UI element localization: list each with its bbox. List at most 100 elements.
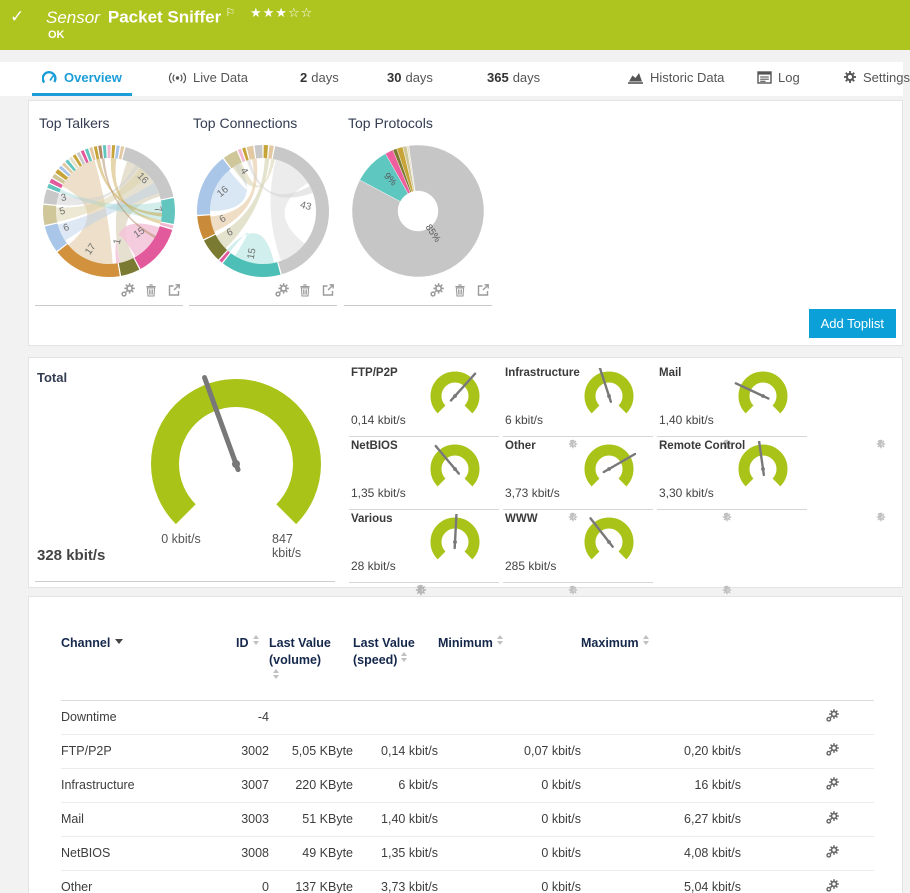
channel-gauge-value: 28 kbit/s	[351, 559, 396, 573]
live-data-icon	[168, 72, 187, 84]
toplist-actions	[275, 283, 335, 302]
sort-icon[interactable]	[643, 635, 649, 645]
channel-gauge-tile-other: Other 3,73 kbit/s	[503, 436, 653, 510]
channel-gauge-value: 3,73 kbit/s	[505, 486, 560, 500]
toplist-open-button[interactable]	[476, 283, 490, 302]
tab-label: Historic Data	[650, 70, 724, 85]
priority-stars[interactable]: ★★★☆☆	[250, 5, 313, 21]
channel-name-cell[interactable]: Infrastructure	[61, 768, 236, 802]
toplist-tile-top-connections: Top Connections431566164	[189, 109, 337, 306]
channel-settings-cell	[741, 734, 874, 768]
sort-icon[interactable]	[253, 635, 259, 645]
channel-settings-button[interactable]	[826, 777, 839, 793]
channel-gauge-value: 1,40 kbit/s	[659, 413, 714, 427]
channel-value-cell: 3003	[236, 802, 269, 836]
channel-value-cell: 0 kbit/s	[438, 802, 581, 836]
table-row-other: Other0137 KByte3,73 kbit/s0 kbit/s5,04 k…	[61, 870, 874, 893]
toplist-delete-button[interactable]	[453, 283, 467, 302]
sort-icon[interactable]	[401, 652, 407, 662]
channel-settings-button[interactable]	[826, 709, 839, 725]
tab-days[interactable]: 2days	[290, 62, 349, 93]
ok-check-icon: ✓	[10, 7, 24, 27]
channel-name-cell[interactable]: Other	[61, 870, 236, 893]
toplist-settings-button[interactable]	[121, 283, 135, 302]
channel-settings-button[interactable]	[826, 845, 839, 861]
toplist-chart: 16715117653	[39, 141, 179, 281]
sort-icon[interactable]	[273, 669, 279, 679]
channel-name-cell[interactable]: FTP/P2P	[61, 734, 236, 768]
channel-value-cell: 4,08 kbit/s	[581, 836, 741, 870]
external-link-icon	[476, 283, 490, 297]
channel-table: ChannelIDLast Value(volume)Last Value(sp…	[61, 631, 874, 893]
sort-desc-icon	[115, 639, 123, 648]
tab-label: Overview	[64, 70, 122, 85]
log-icon	[757, 71, 772, 84]
toplist-open-button[interactable]	[167, 283, 181, 302]
channel-gauge	[578, 514, 640, 572]
channel-value-cell: 51 KByte	[269, 802, 353, 836]
pin-icon	[876, 439, 885, 448]
channel-value-cell: 0 kbit/s	[438, 870, 581, 893]
tab-overview[interactable]: Overview	[32, 62, 132, 96]
pin-icon	[876, 512, 885, 521]
sensor-title: Packet Sniffer	[108, 8, 221, 27]
sensor-title-line: SensorPacket Sniffer⚐	[46, 6, 235, 28]
tab-label: days	[405, 70, 432, 85]
channel-value-cell: 1,40 kbit/s	[353, 802, 438, 836]
channel-settings-button[interactable]	[826, 811, 839, 827]
channel-gauge	[732, 368, 794, 426]
channel-gauge-tile-netbios: NetBIOS 1,35 kbit/s	[349, 436, 499, 510]
column-header-id[interactable]: ID	[236, 631, 269, 700]
channel-gauge-tile-infrastructure: Infrastructure 6 kbit/s	[503, 363, 653, 437]
tab-settings[interactable]: Settings	[833, 62, 910, 93]
column-header-minimum[interactable]: Minimum	[438, 631, 581, 700]
tab-days[interactable]: 30days	[377, 62, 443, 93]
channel-settings-cell	[741, 700, 874, 734]
tab-log[interactable]: Log	[747, 62, 810, 93]
tab-days[interactable]: 365days	[477, 62, 550, 93]
channel-value-cell	[581, 700, 741, 734]
prtg-sensor-page: ✓ SensorPacket Sniffer⚐ ★★★☆☆ OK Overvie…	[0, 0, 910, 893]
toplists-panel: Add Toplist Top Talkers16715117653 Top C…	[28, 100, 903, 346]
column-header-last-value[interactable]: Last Value(speed)	[353, 631, 438, 700]
column-header-actions	[741, 631, 874, 700]
channel-name-cell[interactable]: Downtime	[61, 700, 236, 734]
channel-value-cell: 0 kbit/s	[438, 836, 581, 870]
toplist-settings-button[interactable]	[430, 283, 444, 302]
gear-options-icon	[826, 743, 839, 756]
channel-settings-button[interactable]	[826, 743, 839, 759]
channel-name-cell[interactable]: NetBIOS	[61, 836, 236, 870]
pin-icon	[568, 585, 577, 594]
add-toplist-button[interactable]: Add Toplist	[809, 309, 896, 338]
channel-value-cell: 5,05 KByte	[269, 734, 353, 768]
gauge-icon	[42, 71, 58, 84]
toplist-actions	[121, 283, 181, 302]
column-header-channel[interactable]: Channel	[61, 631, 236, 700]
pin-icon	[722, 512, 731, 521]
channel-value-cell: 3002	[236, 734, 269, 768]
external-link-icon	[321, 283, 335, 297]
gear-options-icon	[430, 283, 444, 297]
flag-icon[interactable]: ⚐	[225, 7, 235, 19]
channel-name-cell[interactable]: Mail	[61, 802, 236, 836]
gear-options-icon	[826, 879, 839, 892]
sensor-status-header: ✓ SensorPacket Sniffer⚐ ★★★☆☆ OK	[0, 0, 910, 50]
tab-live-data[interactable]: Live Data	[158, 62, 258, 93]
channel-value-cell	[353, 700, 438, 734]
total-label: Total	[37, 370, 67, 385]
toplist-delete-button[interactable]	[144, 283, 158, 302]
channel-gauge-tile-www: WWW 285 kbit/s	[503, 509, 653, 583]
channel-gauge-tile-various: Various 28 kbit/s	[349, 509, 499, 583]
sort-icon[interactable]	[497, 635, 503, 645]
tab-label: days	[311, 70, 338, 85]
toplist-title: Top Connections	[193, 115, 337, 131]
column-header-maximum[interactable]: Maximum	[581, 631, 741, 700]
tab-historic-data[interactable]: Historic Data	[617, 62, 734, 93]
channel-settings-button[interactable]	[826, 879, 839, 893]
toplist-open-button[interactable]	[321, 283, 335, 302]
gear-options-icon	[826, 777, 839, 790]
toplist-settings-button[interactable]	[275, 283, 289, 302]
toplist-delete-button[interactable]	[298, 283, 312, 302]
column-header-last-value[interactable]: Last Value(volume)	[269, 631, 353, 700]
gear-options-icon	[275, 283, 289, 297]
